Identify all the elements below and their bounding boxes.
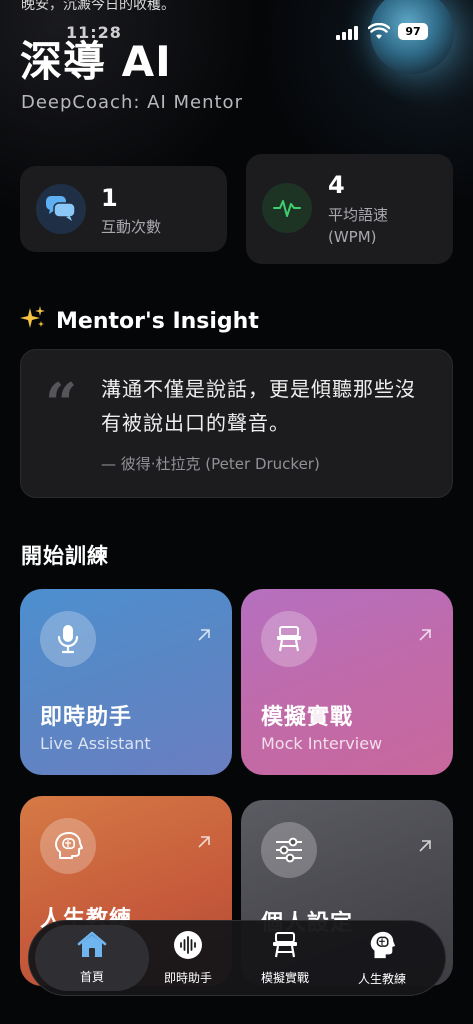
tab-bar: 首頁 即時助手 模擬實戰 人生教練 — [28, 920, 446, 996]
insight-heading: Mentor's Insight — [20, 305, 259, 337]
insight-heading-text: Mentor's Insight — [56, 308, 259, 334]
stat-card-interactions: 1 互動次數 — [20, 166, 227, 252]
stat-label-interactions: 互動次數 — [101, 218, 162, 236]
tab-life-coach[interactable]: 人生教練 — [333, 921, 431, 995]
tile-live-assistant[interactable]: 即時助手 Live Assistant — [20, 589, 232, 775]
arrow-up-right-icon — [417, 838, 433, 858]
audio-wave-icon — [173, 930, 203, 963]
arrow-up-right-icon — [417, 627, 433, 647]
brain-head-icon — [367, 929, 397, 964]
chat-bubbles-icon — [36, 184, 86, 234]
battery-indicator: 97 — [398, 23, 428, 40]
quote-card: “ 溝通不僅是說話，更是傾聽那些沒有被說出口的聲音。 — 彼得·杜拉克 (Pet… — [20, 349, 453, 498]
stat-label-wpm: 平均語速 (WPM) — [328, 206, 389, 246]
tab-label: 首頁 — [79, 970, 104, 984]
app-title: 深導 AI — [20, 37, 172, 86]
arrow-up-right-icon — [196, 627, 212, 647]
quote-author: — 彼得·杜拉克 (Peter Drucker) — [101, 455, 320, 473]
sparkles-icon — [20, 305, 46, 337]
tile-subtitle: Mock Interview — [261, 734, 383, 753]
quote-mark-icon: “ — [45, 371, 78, 437]
tab-label: 模擬實戰 — [260, 971, 309, 985]
tab-label: 人生教練 — [357, 972, 406, 986]
sliders-icon — [261, 822, 317, 878]
quote-text: 溝通不僅是說話，更是傾聽那些沒有被說出口的聲音。 — [101, 377, 416, 435]
cellular-signal-icon — [336, 26, 358, 40]
waveform-icon — [262, 183, 312, 233]
tile-title: 模擬實戰 — [261, 705, 354, 730]
tab-home[interactable]: 首頁 — [35, 925, 149, 991]
app-subtitle: DeepCoach: AI Mentor — [21, 92, 243, 113]
tile-subtitle: Live Assistant — [40, 734, 151, 753]
brain-head-icon — [40, 818, 96, 874]
greeting-text: 晚安，沉澱今日的收穫。 — [21, 0, 175, 13]
stat-value-interactions: 1 — [101, 184, 118, 212]
stat-value-wpm: 4 — [328, 171, 345, 199]
tile-title: 即時助手 — [40, 705, 133, 730]
tile-mock-interview[interactable]: 模擬實戰 Mock Interview — [241, 589, 453, 775]
wifi-icon — [367, 22, 391, 45]
tab-live-assistant[interactable]: 即時助手 — [139, 921, 237, 995]
desk-icon — [261, 611, 317, 667]
training-section-title: 開始訓練 — [21, 544, 109, 568]
tab-mock-interview[interactable]: 模擬實戰 — [236, 921, 334, 995]
home-icon — [76, 931, 108, 962]
microphone-icon — [40, 611, 96, 667]
desk-icon — [270, 930, 300, 963]
stat-card-wpm: 4 平均語速 (WPM) — [246, 154, 453, 264]
arrow-up-right-icon — [196, 834, 212, 854]
tab-label: 即時助手 — [163, 971, 212, 985]
